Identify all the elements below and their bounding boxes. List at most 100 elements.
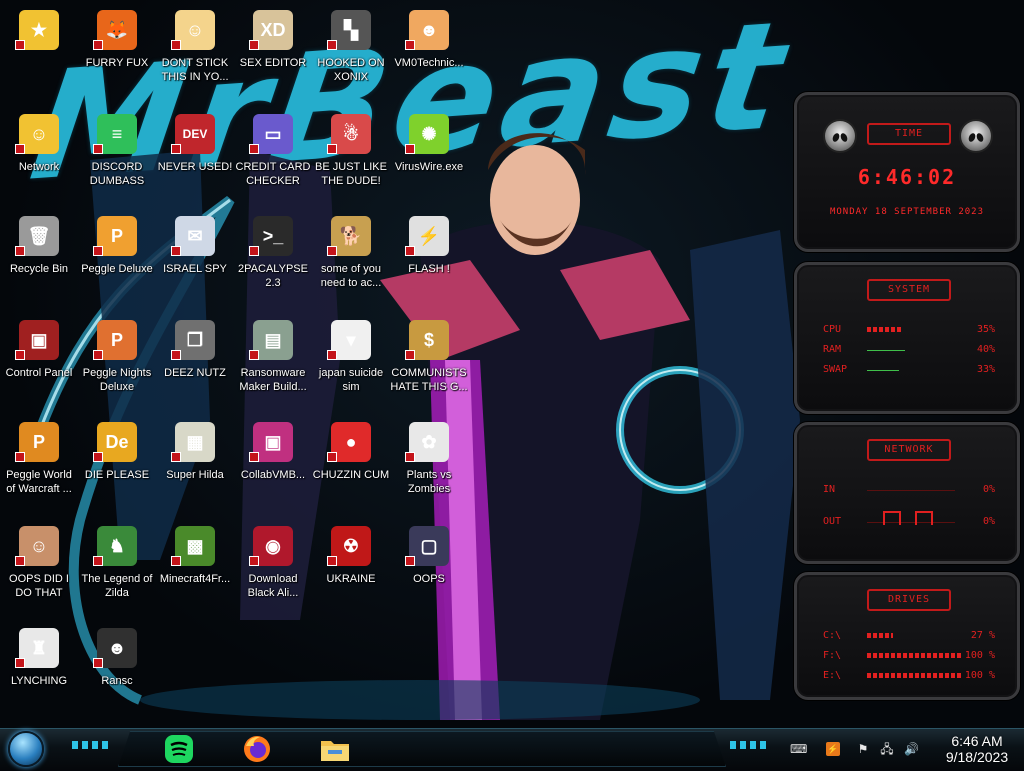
- taskbar-decoration: [72, 741, 112, 749]
- start-button[interactable]: [8, 731, 44, 767]
- drives-gadget[interactable]: Drives C:\ 27 % F:\ 100 % E:\ 100 %: [794, 572, 1020, 700]
- desktop-icon[interactable]: ✉ ISRAEL SPY: [156, 210, 234, 306]
- desktop-icon[interactable]: ★: [0, 4, 78, 100]
- shortcut-arrow-icon: [327, 556, 337, 566]
- time-gadget[interactable]: Time 6:46:02 monday 18 september 2023: [794, 92, 1020, 252]
- volume-icon[interactable]: 🔊: [904, 742, 919, 756]
- app-icon: P: [97, 216, 137, 256]
- folder-icon: [321, 741, 349, 761]
- desktop-icon[interactable]: >_ 2PACALYPSE 2.3: [234, 210, 312, 306]
- desktop-icon[interactable]: ▣ CollabVMB...: [234, 416, 312, 512]
- cpu-bar: [867, 327, 901, 332]
- app-icon: ✺: [409, 114, 449, 154]
- desktop-icon[interactable]: ♜ LYNCHING: [0, 622, 78, 718]
- desktop-icon[interactable]: ▦ Super Hilda: [156, 416, 234, 512]
- desktop-icon-label: DEEZ NUTZ: [164, 367, 226, 379]
- desktop-icon[interactable]: XD SEX EDITOR: [234, 4, 312, 100]
- desktop-icon[interactable]: 🦊 FURRY FUX: [78, 4, 156, 100]
- taskbar-clock-time[interactable]: 6:46 AM: [932, 733, 1022, 749]
- taskbar-decoration: [730, 741, 770, 749]
- app-icon: ★: [19, 10, 59, 50]
- desktop-icon[interactable]: ▤ Ransomware Maker Build...: [234, 314, 312, 410]
- network-icon[interactable]: 🖧: [880, 742, 894, 756]
- desktop-icon[interactable]: ≡ DISCORD DUMBASS: [78, 108, 156, 204]
- app-icon: De: [97, 422, 137, 462]
- taskbar-spotify-button[interactable]: [162, 732, 196, 766]
- desktop-icon[interactable]: P Peggle World of Warcraft ...: [0, 416, 78, 512]
- desktop-icon[interactable]: 🐕 some of you need to ac...: [312, 210, 390, 306]
- alien-head-icon: [823, 119, 857, 153]
- desktop-icon[interactable]: 🗑 Recycle Bin: [0, 210, 78, 306]
- desktop-icon[interactable]: ☻ Ransc: [78, 622, 156, 718]
- keyboard-icon[interactable]: ⌨: [790, 742, 807, 756]
- app-icon: ✿: [409, 422, 449, 462]
- shortcut-arrow-icon: [405, 246, 415, 256]
- desktop-icon-label: Minecraft4Fr...: [159, 573, 231, 585]
- desktop-icon[interactable]: De DIE PLEASE: [78, 416, 156, 512]
- desktop-icon[interactable]: ☺ Network: [0, 108, 78, 204]
- desktop-icon[interactable]: ▾ japan suicide sim: [312, 314, 390, 410]
- desktop-icon[interactable]: ✿ Plants vs Zombies: [390, 416, 468, 512]
- desktop-icon[interactable]: ☺ DONT STICK THIS IN YO...: [156, 4, 234, 100]
- desktop-icon-label: DONT STICK THIS IN YO...: [161, 57, 229, 83]
- desktop-icon[interactable]: ❐ DEEZ NUTZ: [156, 314, 234, 410]
- desktop-icon-label: CREDIT CARD CHECKER: [235, 161, 311, 187]
- network-in-label: IN: [823, 484, 836, 495]
- taskbar-clock-date[interactable]: 9/18/2023: [932, 749, 1022, 765]
- shortcut-arrow-icon: [93, 452, 103, 462]
- app-icon: ≡: [97, 114, 137, 154]
- system-tray: ⌨ ⚡ ⚑ 🖧 🔊 6:46 AM 9/18/2023: [786, 733, 1022, 765]
- desktop-icon-label: CollabVMB...: [240, 469, 306, 481]
- drive-c-value: 27 %: [970, 630, 995, 641]
- desktop-icon[interactable]: ▩ Minecraft4Fr...: [156, 520, 234, 616]
- taskbar-file-explorer-button[interactable]: [318, 732, 352, 766]
- desktop-icon[interactable]: ▚ HOOKED ON XONIX: [312, 4, 390, 100]
- desktop-icon[interactable]: ☢ UKRAINE: [312, 520, 390, 616]
- cpu-label: CPU: [823, 324, 842, 335]
- app-icon: $: [409, 320, 449, 360]
- desktop-icon-label: Peggle Deluxe: [81, 263, 153, 275]
- desktop-icon[interactable]: ▣ Control Panel: [0, 314, 78, 410]
- shortcut-arrow-icon: [405, 556, 415, 566]
- desktop-icon[interactable]: P Peggle Nights Deluxe: [78, 314, 156, 410]
- taskbar-firefox-button[interactable]: [240, 732, 274, 766]
- app-icon: ▢: [409, 526, 449, 566]
- desktop-icon[interactable]: ◉ Download Black Ali...: [234, 520, 312, 616]
- desktop-icon[interactable]: ✺ VirusWire.exe: [390, 108, 468, 204]
- network-in-row: IN 0%: [823, 483, 995, 497]
- desktop-icon[interactable]: $ COMMUNISTS HATE THIS G...: [390, 314, 468, 410]
- drive-e-bar: [867, 673, 963, 678]
- network-gadget-title: Network: [867, 439, 951, 461]
- network-gadget[interactable]: Network IN 0% OUT 0%: [794, 422, 1020, 564]
- shortcut-arrow-icon: [15, 658, 25, 668]
- shortcut-arrow-icon: [249, 452, 259, 462]
- desktop-icon[interactable]: DEV NEVER USED!: [156, 108, 234, 204]
- drive-f-label: F:\: [823, 650, 842, 661]
- desktop-icon-label: CHUZZIN CUM: [312, 469, 390, 481]
- desktop-icon[interactable]: ☃ BE JUST LIKE THE DUDE!: [312, 108, 390, 204]
- desktop-icon[interactable]: ● CHUZZIN CUM: [312, 416, 390, 512]
- flag-icon[interactable]: ⚑: [856, 742, 870, 756]
- desktop-icon[interactable]: ☻ VM0Technic...: [390, 4, 468, 100]
- app-icon: ▣: [19, 320, 59, 360]
- app-icon: >_: [253, 216, 293, 256]
- desktop-icon[interactable]: ☺ OOPS DID I DO THAT: [0, 520, 78, 616]
- network-out-spike: [883, 511, 901, 525]
- desktop-icon-label: NEVER USED!: [157, 161, 233, 173]
- app-icon: ☺: [19, 526, 59, 566]
- desktop-icon[interactable]: P Peggle Deluxe: [78, 210, 156, 306]
- avast-icon[interactable]: ⚡: [826, 742, 840, 756]
- desktop-icon-label: FURRY FUX: [85, 57, 149, 69]
- system-gadget-title: System: [867, 279, 951, 301]
- app-icon: ▭: [253, 114, 293, 154]
- desktop-icon-label: Peggle Nights Deluxe: [82, 367, 152, 393]
- app-icon: ♜: [19, 628, 59, 668]
- system-gadget[interactable]: System CPU 35% RAM 40% SWAP 33%: [794, 262, 1020, 414]
- desktop-icon[interactable]: ▭ CREDIT CARD CHECKER: [234, 108, 312, 204]
- desktop-icon[interactable]: ▢ OOPS: [390, 520, 468, 616]
- app-icon: P: [19, 422, 59, 462]
- shortcut-arrow-icon: [405, 350, 415, 360]
- desktop-icon[interactable]: ♞ The Legend of Zilda: [78, 520, 156, 616]
- desktop-icon[interactable]: ⚡ FLASH !: [390, 210, 468, 306]
- app-icon: ☻: [409, 10, 449, 50]
